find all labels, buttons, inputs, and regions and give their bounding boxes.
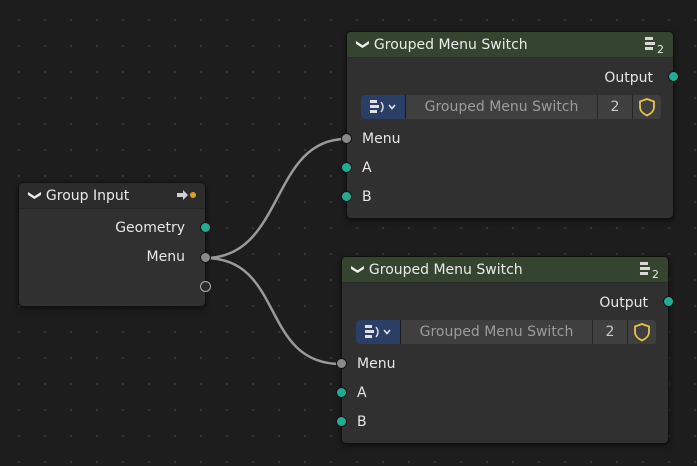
menu-switch-selector[interactable]: Grouped Menu Switch 2 [361,95,661,119]
shield-icon[interactable] [633,95,661,119]
menu-switch-selector[interactable]: Grouped Menu Switch 2 [356,320,656,344]
grouped-menu-switch-node-1[interactable]: ❯ Grouped Menu Switch 2 Output Grouped M… [346,31,674,219]
node-group-icon: 2 [638,260,660,284]
node-title: Group Input [45,187,130,204]
input-label-a: A [357,385,367,401]
menu-switch-name-field[interactable]: Grouped Menu Switch [401,320,593,344]
node-header[interactable]: ❯ Grouped Menu Switch 2 [347,32,673,58]
a-input-socket[interactable] [336,387,347,398]
shield-icon[interactable] [628,320,656,344]
output-label-menu: Menu [146,249,185,265]
input-label-a: A [362,160,372,176]
output-label: Output [599,295,648,311]
group-input-node[interactable]: ❯ Group Input Geometry Menu [18,182,206,307]
chevron-down-icon[interactable]: ❯ [355,39,370,50]
chevron-down-icon[interactable]: ❯ [350,264,365,275]
user-count: 2 [593,320,628,344]
menu-dropdown-icon[interactable] [356,320,401,344]
a-input-socket[interactable] [341,162,352,173]
b-input-socket[interactable] [336,416,347,427]
input-label-b: B [362,189,372,205]
link-menu-to-switch-1 [204,137,347,260]
node-group-count: 2 [652,268,659,280]
geometry-output-socket[interactable] [200,222,211,233]
menu-switch-name-field[interactable]: Grouped Menu Switch [406,95,598,119]
node-header[interactable]: ❯ Group Input [19,183,205,209]
input-label-b: B [357,414,367,430]
menu-input-socket[interactable] [336,358,347,369]
node-group-icon: 2 [643,35,665,59]
empty-output-socket[interactable] [200,281,211,292]
b-input-socket[interactable] [341,191,352,202]
input-label-menu: Menu [357,356,396,372]
output-label: Output [604,70,653,86]
output-socket[interactable] [663,296,674,307]
menu-dropdown-icon[interactable] [361,95,406,119]
node-header[interactable]: ❯ Grouped Menu Switch 2 [342,257,668,283]
output-label-geometry: Geometry [115,220,185,236]
node-group-count: 2 [657,43,664,55]
grouped-menu-switch-node-2[interactable]: ❯ Grouped Menu Switch 2 Output Grouped M… [341,256,669,444]
input-label-menu: Menu [362,131,401,147]
node-title: Grouped Menu Switch [368,261,523,278]
user-count: 2 [598,95,633,119]
chevron-down-icon[interactable]: ❯ [27,190,42,201]
link-menu-to-switch-2 [204,256,342,366]
arrow-right-icon [175,188,197,206]
output-socket[interactable] [668,71,679,82]
menu-input-socket[interactable] [341,133,352,144]
node-title: Grouped Menu Switch [373,36,528,53]
menu-output-socket[interactable] [200,252,211,263]
